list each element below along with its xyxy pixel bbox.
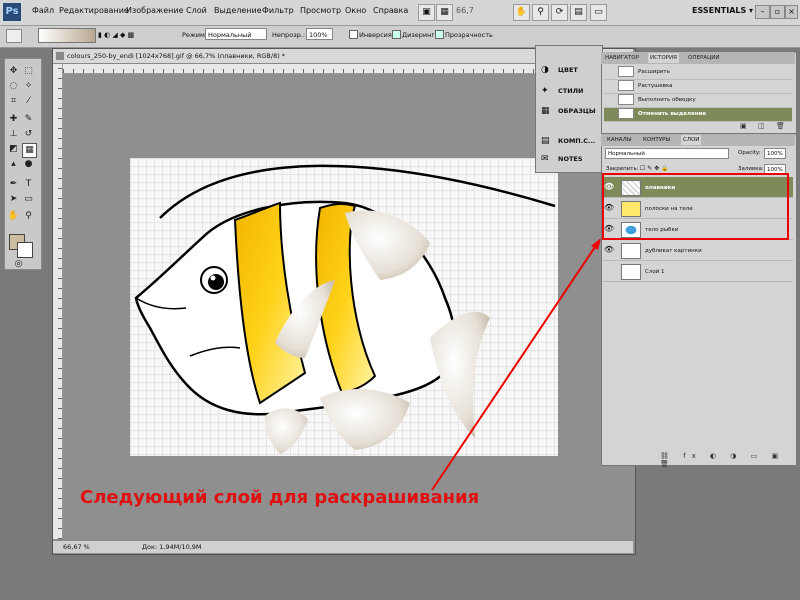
history-item-label: Отменить выделение xyxy=(638,111,707,117)
blend-mode-select[interactable]: Нормальный xyxy=(605,148,729,159)
panel-layer-comps[interactable]: КОМП.С... xyxy=(558,137,595,145)
tab-channels[interactable]: КАНАЛЫ xyxy=(605,135,634,145)
layer-opacity-label: Opacity: xyxy=(738,150,761,156)
color-panel-icon[interactable]: ◑ xyxy=(541,65,552,75)
panel-swatches[interactable]: ОБРАЗЦЫ xyxy=(558,107,596,115)
history-state-icon xyxy=(618,66,634,77)
history-item[interactable]: Выполнить обводку xyxy=(604,94,792,108)
layer-thumbnail xyxy=(621,263,641,280)
snapshot-icon[interactable]: ◫ xyxy=(758,122,765,130)
annotation-text: Следующий слой для раскрашивания xyxy=(80,487,480,508)
annotation-highlight-box xyxy=(602,173,789,240)
history-item[interactable]: Расширить xyxy=(604,66,792,80)
history-state-icon xyxy=(618,80,634,91)
history-item-label: Выполнить обводку xyxy=(638,97,696,103)
layer-panel-buttons[interactable]: ⛓ fx ◐ ◑ ▭ ▣ 🗑 xyxy=(660,452,800,468)
trash-icon[interactable]: 🗑 xyxy=(776,122,785,130)
panel-notes[interactable]: NOTES xyxy=(558,155,583,163)
history-item[interactable]: Растушевка xyxy=(604,80,792,94)
layer-name: дубликат картинки xyxy=(645,248,702,254)
history-item-label: Растушевка xyxy=(638,83,673,89)
tab-history[interactable]: ИСТОРИЯ xyxy=(648,53,679,63)
layer-opacity-input[interactable]: 100% xyxy=(764,148,786,159)
lock-icons[interactable]: ☐ ✎ ✥ 🔒 xyxy=(640,165,669,172)
eye-hidden-icon[interactable] xyxy=(603,261,615,281)
panel-styles[interactable]: СТИЛИ xyxy=(558,87,583,95)
styles-panel-icon[interactable]: ✦ xyxy=(541,86,552,96)
new-document-icon[interactable]: ▣ xyxy=(740,122,747,130)
tab-navigator[interactable]: НАВИГАТОР xyxy=(603,53,641,63)
panel-color[interactable]: ЦВЕТ xyxy=(558,66,578,74)
layer-thumbnail xyxy=(621,242,641,259)
layer-row[interactable]: 👁 дубликат картинки xyxy=(603,240,793,261)
tab-actions[interactable]: ОПЕРАЦИИ xyxy=(686,53,722,63)
eye-icon[interactable]: 👁 xyxy=(603,240,615,260)
history-state-icon xyxy=(618,108,634,119)
history-item-label: Расширить xyxy=(638,69,670,75)
history-item-selected[interactable]: Отменить выделение xyxy=(604,108,792,122)
layer-name: Слой 1 xyxy=(645,269,665,275)
history-state-icon xyxy=(618,94,634,105)
layer-row[interactable]: Слой 1 xyxy=(603,261,793,282)
swatches-panel-icon[interactable]: ▦ xyxy=(541,106,552,116)
layer-comps-icon[interactable]: ▤ xyxy=(541,136,552,146)
fill-label: Заливка: xyxy=(738,166,764,172)
notes-panel-icon[interactable]: ✉ xyxy=(541,154,552,164)
tab-paths[interactable]: КОНТУРЫ xyxy=(641,135,672,145)
tab-layers[interactable]: СЛОИ xyxy=(681,135,702,145)
lock-label: Закрепить: xyxy=(606,166,639,172)
